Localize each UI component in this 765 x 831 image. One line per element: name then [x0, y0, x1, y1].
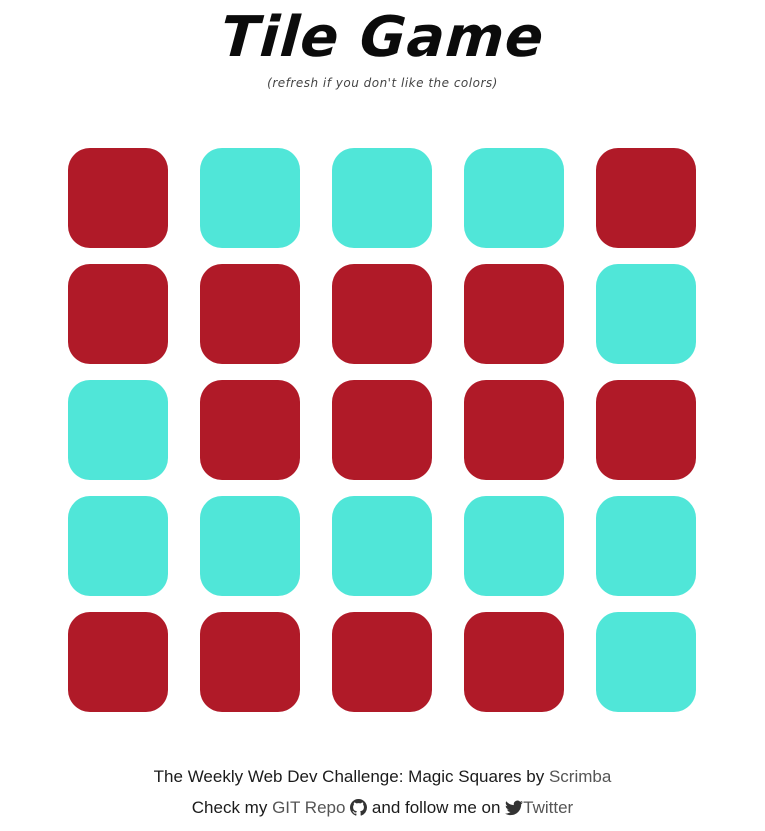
tile-teal[interactable]: [200, 496, 300, 596]
tile-teal[interactable]: [68, 496, 168, 596]
tile-red[interactable]: [596, 148, 696, 248]
tile-teal[interactable]: [68, 380, 168, 480]
tile-teal[interactable]: [596, 496, 696, 596]
twitter-icon: [505, 800, 524, 821]
tile-red[interactable]: [332, 612, 432, 712]
page-title: Tile Game: [218, 5, 547, 70]
tile-red[interactable]: [200, 612, 300, 712]
git-repo-link[interactable]: GIT Repo: [272, 798, 368, 817]
tile-red[interactable]: [332, 264, 432, 364]
github-icon: [350, 799, 368, 821]
tile-red[interactable]: [68, 264, 168, 364]
footer-credit: The Weekly Web Dev Challenge: Magic Squa…: [0, 767, 765, 787]
tile-red[interactable]: [200, 264, 300, 364]
tile-red[interactable]: [68, 148, 168, 248]
tile-teal[interactable]: [332, 148, 432, 248]
tile-teal[interactable]: [200, 148, 300, 248]
tile-teal[interactable]: [332, 496, 432, 596]
page-subtitle: (refresh if you don't like the colors): [267, 76, 498, 90]
footer-repo-prefix: Check my: [191, 798, 273, 817]
tile-red[interactable]: [464, 380, 564, 480]
tile-red[interactable]: [332, 380, 432, 480]
scrimba-link[interactable]: Scrimba: [549, 767, 611, 786]
tile-teal[interactable]: [464, 148, 564, 248]
twitter-link[interactable]: Twitter: [505, 798, 573, 817]
twitter-label: Twitter: [523, 798, 574, 817]
tile-red[interactable]: [596, 380, 696, 480]
tile-teal[interactable]: [464, 496, 564, 596]
git-repo-label: GIT Repo: [272, 798, 346, 817]
tile-red[interactable]: [464, 612, 564, 712]
tile-teal[interactable]: [596, 612, 696, 712]
tile-red[interactable]: [464, 264, 564, 364]
tile-board: [68, 148, 696, 712]
tile-red[interactable]: [200, 380, 300, 480]
tile-teal[interactable]: [596, 264, 696, 364]
footer-follow-text: and follow me on: [367, 798, 506, 817]
footer-credit-text: The Weekly Web Dev Challenge: Magic Squa…: [153, 767, 549, 786]
footer-links: Check my GIT Repo and follow me on Twitt…: [0, 798, 765, 821]
tile-red[interactable]: [68, 612, 168, 712]
